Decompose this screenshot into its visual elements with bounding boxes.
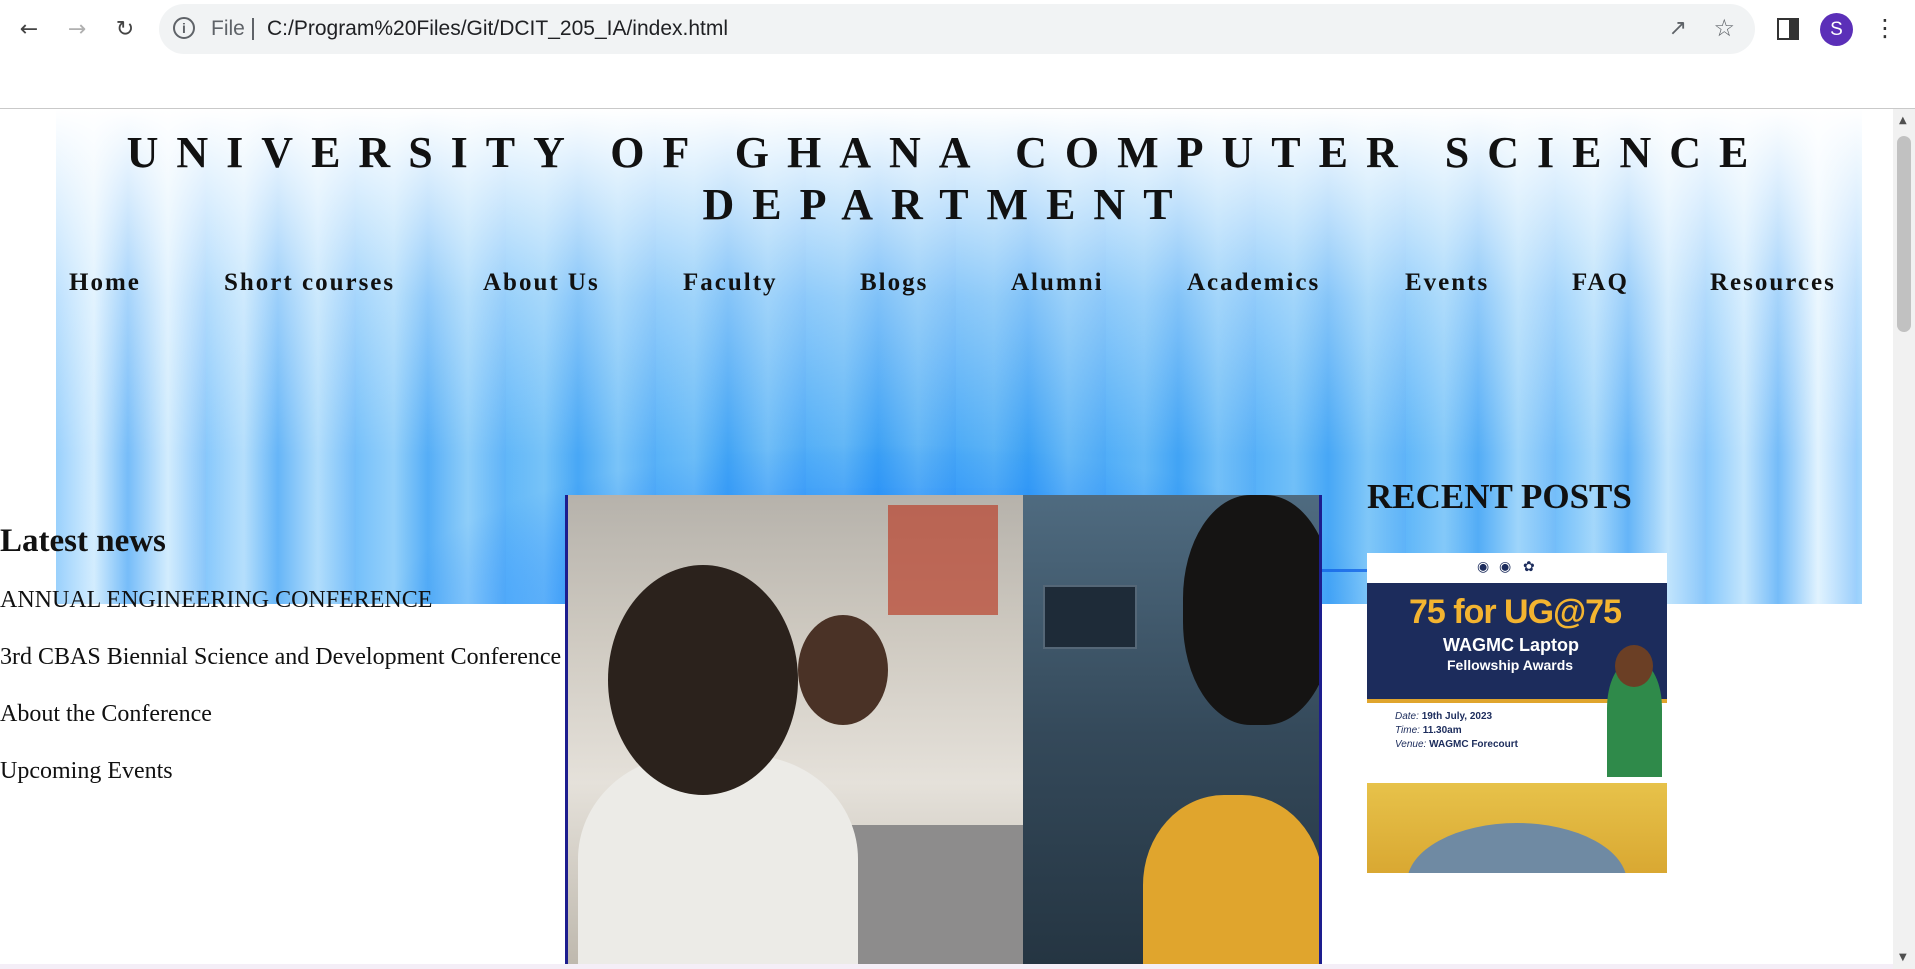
- logo-icon: ◉: [1499, 559, 1512, 575]
- reload-icon[interactable]: ↻: [110, 14, 140, 44]
- nav-resources[interactable]: Resources: [1710, 269, 1836, 297]
- address-bar[interactable]: i File C:/Program%20Files/Git/DCIT_205_I…: [159, 4, 1755, 54]
- main-nav: Home Short courses About Us Faculty Blog…: [0, 269, 1893, 309]
- nav-home[interactable]: Home: [69, 269, 141, 297]
- students-photo: [565, 495, 1322, 969]
- news-item-link[interactable]: About the Conference: [0, 701, 566, 728]
- venue-label: Venue:: [1395, 739, 1427, 750]
- scroll-down-icon[interactable]: ▼: [1899, 952, 1907, 963]
- poster-person-face: [1615, 645, 1653, 687]
- nav-blogs[interactable]: Blogs: [860, 269, 928, 297]
- recent-posts-heading: RECENT POSTS: [1367, 477, 1632, 516]
- url-text[interactable]: C:/Program%20Files/Git/DCIT_205_IA/index…: [267, 17, 728, 41]
- logo-icon: ◉: [1477, 559, 1490, 575]
- photo-detail: [1143, 795, 1319, 969]
- news-item-link[interactable]: Upcoming Events: [0, 758, 566, 785]
- photo-left-panel: [568, 495, 1028, 969]
- poster-photo: [1407, 823, 1627, 873]
- nav-about-us[interactable]: About Us: [483, 269, 600, 297]
- horizontal-scrollbar[interactable]: [0, 964, 1893, 969]
- share-icon[interactable]: ↗: [1669, 16, 1687, 41]
- nav-events[interactable]: Events: [1405, 269, 1489, 297]
- photo-detail: [888, 505, 998, 615]
- poster-venue: Venue: WAGMC Forecourt: [1395, 739, 1518, 750]
- poster-subtitle: Fellowship Awards: [1447, 657, 1574, 673]
- profile-avatar[interactable]: S: [1820, 13, 1853, 46]
- photo-detail: [1183, 495, 1319, 725]
- photo-detail: [608, 565, 798, 795]
- menu-kebab-icon[interactable]: ⋮: [1873, 14, 1897, 42]
- nav-faculty[interactable]: Faculty: [683, 269, 778, 297]
- browser-toolbar: ← → ↻ i File C:/Program%20Files/Git/DCIT…: [0, 0, 1915, 109]
- scrollbar-thumb[interactable]: [1897, 136, 1911, 332]
- poster-subtitle: WAGMC Laptop: [1443, 635, 1579, 655]
- side-panel-icon[interactable]: [1777, 18, 1799, 40]
- back-arrow-icon[interactable]: ←: [14, 14, 44, 44]
- poster-time: Time: 11.30am: [1395, 725, 1462, 736]
- latest-news-heading: Latest news: [0, 523, 166, 559]
- venue-value: WAGMC Forecourt: [1429, 739, 1518, 750]
- photo-right-panel: [1023, 495, 1319, 969]
- info-icon[interactable]: i: [173, 17, 195, 39]
- date-label: Date:: [1395, 711, 1419, 722]
- photo-detail: [798, 615, 888, 725]
- nav-academics[interactable]: Academics: [1187, 269, 1320, 297]
- date-value: 19th July, 2023: [1421, 711, 1493, 722]
- recent-post-poster[interactable]: ◉ ◉ ✿ 75 for UG@75 WAGMC Laptop Fellowsh…: [1367, 553, 1667, 777]
- file-label: File: [211, 17, 245, 40]
- bookmark-star-icon[interactable]: ☆: [1713, 14, 1735, 42]
- poster-date: Date: 19th July, 2023: [1395, 711, 1492, 722]
- time-value: 11.30am: [1422, 725, 1462, 736]
- poster-logo-strip: ◉ ◉ ✿: [1367, 553, 1667, 583]
- logo-icon: ✿: [1523, 559, 1535, 575]
- nav-alumni[interactable]: Alumni: [1011, 269, 1104, 297]
- time-label: Time:: [1395, 725, 1420, 736]
- forward-arrow-icon[interactable]: →: [62, 14, 92, 44]
- address-divider: [252, 18, 254, 40]
- photo-detail: [1043, 585, 1137, 649]
- vertical-scrollbar[interactable]: ▲ ▼: [1893, 109, 1915, 969]
- nav-faq[interactable]: FAQ: [1572, 269, 1629, 297]
- recent-post-poster[interactable]: [1367, 783, 1667, 873]
- news-item-link[interactable]: 3rd CBAS Biennial Science and Developmen…: [0, 644, 566, 671]
- scroll-up-icon[interactable]: ▲: [1899, 115, 1907, 126]
- photo-detail: [848, 825, 1028, 969]
- nav-short-courses[interactable]: Short courses: [224, 269, 395, 297]
- site-title: UNIVERSITY OF GHANA COMPUTER SCIENCE DEP…: [126, 128, 1767, 229]
- poster-headline: 75 for UG@75: [1409, 593, 1622, 631]
- news-item-link[interactable]: ANNUAL ENGINEERING CONFERENCE: [0, 587, 566, 614]
